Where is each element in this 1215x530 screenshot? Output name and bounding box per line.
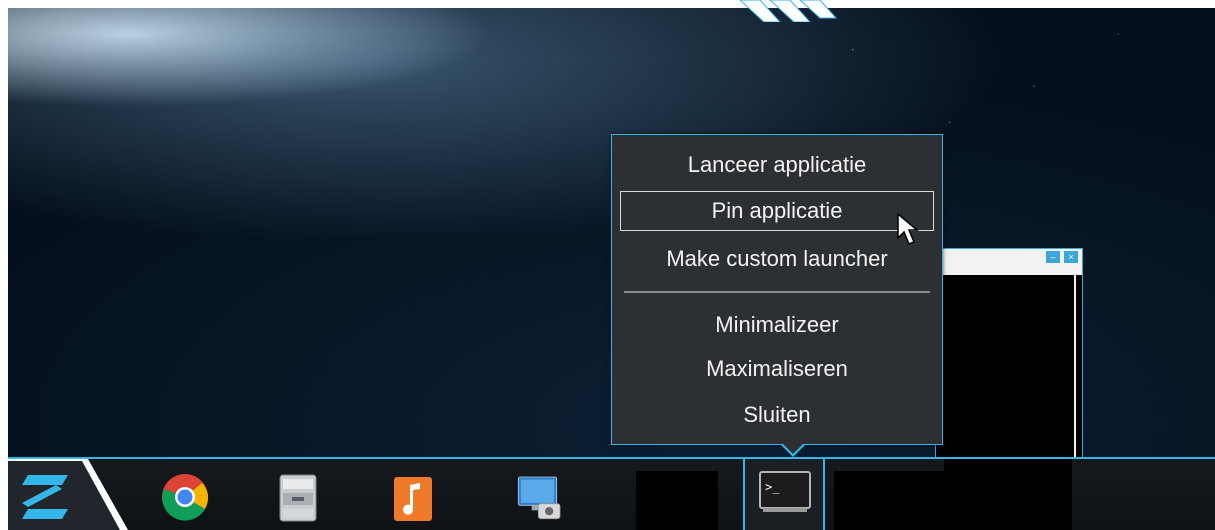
zorin-logo-icon	[22, 475, 68, 519]
wallpaper-decoration	[740, 0, 838, 22]
menu-item-minimize[interactable]: Minimalizeer	[620, 305, 934, 345]
terminal-icon: >_	[759, 471, 811, 512]
menu-item-maximize[interactable]: Maximaliseren	[620, 349, 934, 389]
terminal-taskbar-item[interactable]: >_	[743, 459, 825, 530]
chrome-icon[interactable]	[160, 469, 210, 525]
menu-item-launch-application[interactable]: Lanceer applicatie	[620, 145, 934, 185]
app-context-menu: Lanceer applicatie Pin applicatie Make c…	[611, 134, 943, 445]
app-icon[interactable]	[636, 471, 718, 530]
menu-item-pin-application[interactable]: Pin applicatie	[620, 191, 934, 231]
terminal-body[interactable]	[936, 275, 1082, 459]
file-manager-icon[interactable]	[273, 469, 323, 525]
terminal-window[interactable]: – ×	[935, 248, 1083, 460]
minimize-icon[interactable]: –	[1046, 251, 1060, 263]
menu-item-make-custom-launcher[interactable]: Make custom launcher	[620, 239, 934, 279]
svg-text:>_: >_	[765, 480, 780, 494]
menu-separator	[624, 291, 930, 293]
terminal-titlebar[interactable]: – ×	[936, 249, 1082, 275]
close-icon[interactable]: ×	[1064, 251, 1078, 263]
music-player-icon[interactable]	[388, 469, 438, 525]
display-settings-icon[interactable]	[515, 469, 565, 525]
mouse-cursor-icon	[897, 212, 920, 245]
menu-item-close[interactable]: Sluiten	[620, 395, 934, 435]
taskbar: >_	[8, 457, 1215, 530]
